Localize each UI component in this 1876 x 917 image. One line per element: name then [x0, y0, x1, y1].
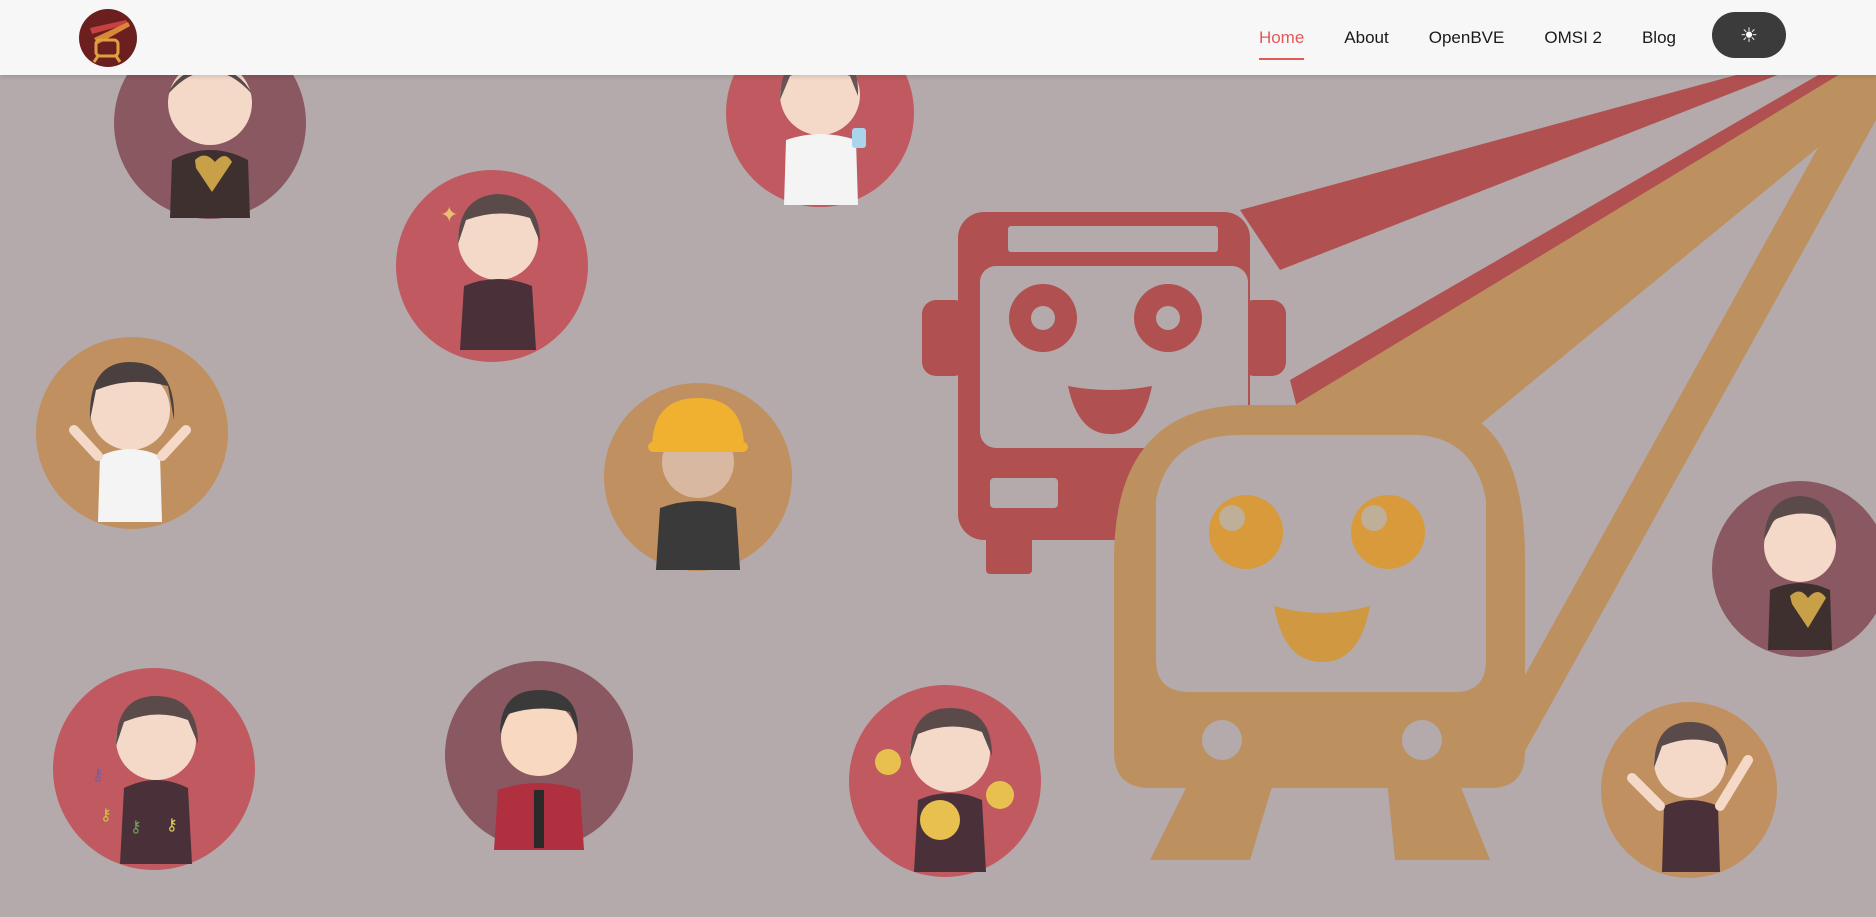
- avatar-girl-waving: [1601, 702, 1777, 878]
- svg-text:⚷: ⚷: [100, 807, 112, 824]
- sun-icon: ☀: [1740, 24, 1758, 47]
- theme-toggle-button[interactable]: ☀: [1712, 12, 1786, 58]
- avatar-girl-ok-sign: ✦: [396, 170, 588, 362]
- avatar-girl-keys: ⚷ ⚷ ⚷ ⚷: [53, 668, 255, 870]
- nav-link-omsi-2[interactable]: OMSI 2: [1544, 20, 1602, 56]
- avatar-girl-emoji: [849, 685, 1041, 877]
- nav-link-about[interactable]: About: [1344, 20, 1388, 56]
- svg-text:✦: ✦: [440, 202, 458, 227]
- svg-text:⚷: ⚷: [166, 817, 178, 834]
- site-logo[interactable]: [78, 8, 138, 68]
- avatar-boy-heart-right: [1712, 481, 1876, 657]
- avatar-man-suit: [445, 661, 633, 850]
- hero-illustration: ✦ ⚷ ⚷ ⚷ ⚷: [36, 19, 1876, 878]
- avatar-girl-cheering: [36, 337, 228, 529]
- navbar: Home About OpenBVE OMSI 2 Blog ☀: [0, 0, 1876, 75]
- avatar-worker-helmet: [604, 383, 792, 571]
- svg-text:⚷: ⚷: [92, 767, 104, 784]
- nav-link-blog[interactable]: Blog: [1642, 20, 1676, 56]
- nav-link-home[interactable]: Home: [1258, 20, 1305, 60]
- svg-text:⚷: ⚷: [130, 819, 142, 836]
- nav-link-openbve[interactable]: OpenBVE: [1429, 20, 1505, 56]
- main-nav: Home About OpenBVE OMSI 2 Blog: [1258, 0, 1676, 75]
